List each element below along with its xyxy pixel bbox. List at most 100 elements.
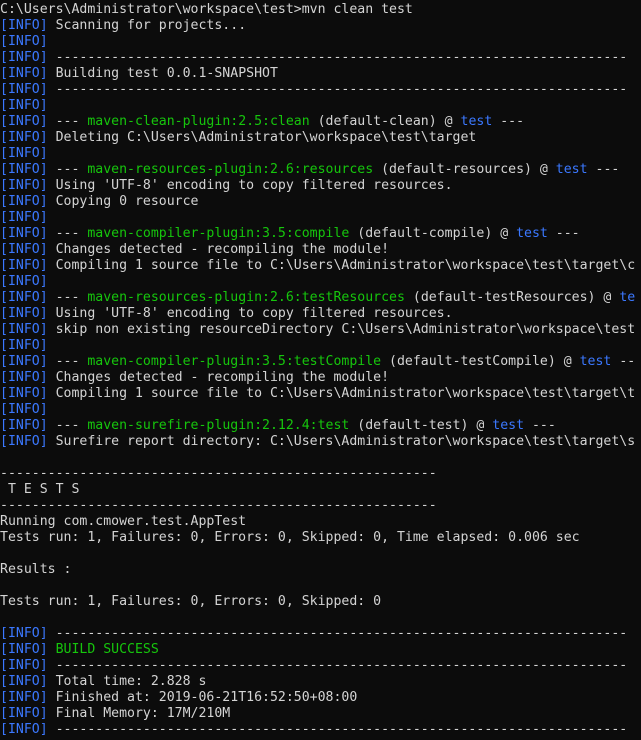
line-text: Results : (0, 562, 72, 577)
info-tag: [INFO] (0, 418, 48, 433)
terminal-line: C:\Users\Administrator\workspace\test>mv… (0, 2, 641, 18)
line-text: -- (611, 354, 636, 369)
line-text: Compiling 1 source file to C:\Users\Admi… (47, 386, 636, 401)
line-text: Finished at: 2019-06-21T16:52:50+08:00 (47, 690, 358, 705)
line-text: (default-resources) @ (373, 162, 556, 177)
terminal-line: [INFO] ---------------------------------… (0, 658, 641, 674)
plugin-goal: maven-clean-plugin:2.5:clean (87, 114, 310, 129)
line-text (48, 642, 56, 657)
info-tag: [INFO] (0, 722, 48, 737)
line-text: Tests run: 1, Failures: 0, Errors: 0, Sk… (0, 530, 580, 545)
line-text: --- (47, 354, 88, 369)
info-tag: [INFO] (0, 402, 48, 417)
line-text: T E S T S (0, 482, 80, 497)
info-tag: [INFO] (0, 242, 48, 257)
info-tag: [INFO] (0, 162, 48, 177)
terminal-line: [INFO] (0, 338, 641, 354)
terminal-line: [INFO] (0, 210, 641, 226)
line-text: ----------------------------------------… (47, 722, 628, 737)
info-tag: [INFO] (0, 674, 48, 689)
info-tag: [INFO] (0, 130, 48, 145)
terminal-line: [INFO] ---------------------------------… (0, 722, 641, 738)
info-tag: [INFO] (0, 258, 48, 273)
terminal-line: [INFO] --- maven-surefire-plugin:2.12.4:… (0, 418, 641, 434)
project-name: test (579, 354, 612, 369)
project-name: test (492, 418, 525, 433)
terminal-line: ----------------------------------------… (0, 498, 641, 514)
terminal-line: [INFO] (0, 146, 641, 162)
terminal-line: Tests run: 1, Failures: 0, Errors: 0, Sk… (0, 530, 641, 546)
terminal-line: Tests run: 1, Failures: 0, Errors: 0, Sk… (0, 594, 641, 610)
line-text: Deleting C:\Users\Administrator\workspac… (47, 130, 477, 145)
terminal-line: [INFO] Deleting C:\Users\Administrator\w… (0, 130, 641, 146)
terminal-line: [INFO] --- maven-resources-plugin:2.6:re… (0, 162, 641, 178)
line-text: ----------------------------------------… (47, 82, 628, 97)
line-text: (default-clean) @ (309, 114, 461, 129)
info-tag: [INFO] (0, 274, 48, 289)
terminal-line: [INFO] Compiling 1 source file to C:\Use… (0, 258, 641, 274)
line-text: (default-test) @ (349, 418, 493, 433)
project-name: te (619, 290, 636, 305)
line-text: ----------------------------------------… (47, 50, 628, 65)
info-tag: [INFO] (0, 178, 48, 193)
terminal-line: [INFO] Changes detected - recompiling th… (0, 242, 641, 258)
line-text: Tests run: 1, Failures: 0, Errors: 0, Sk… (0, 594, 382, 609)
terminal-line: [INFO] Compiling 1 source file to C:\Use… (0, 386, 641, 402)
line-text: Surefire report directory: C:\Users\Admi… (47, 434, 636, 449)
info-tag: [INFO] (0, 642, 48, 657)
terminal-line: [INFO] Changes detected - recompiling th… (0, 370, 641, 386)
line-text: Final Memory: 17M/210M (47, 706, 231, 721)
line-text: Running com.cmower.test.AppTest (0, 514, 247, 529)
info-tag: [INFO] (0, 34, 48, 49)
info-tag: [INFO] (0, 338, 48, 353)
terminal-line: [INFO] Building test 0.0.1-SNAPSHOT (0, 66, 641, 82)
info-tag: [INFO] (0, 706, 48, 721)
terminal-line: [INFO] Total time: 2.828 s (0, 674, 641, 690)
info-tag: [INFO] (0, 322, 48, 337)
line-text: Changes detected - recompiling the modul… (47, 242, 390, 257)
info-tag: [INFO] (0, 50, 48, 65)
line-text: --- (47, 162, 88, 177)
info-tag: [INFO] (0, 290, 48, 305)
terminal-line: [INFO] Finished at: 2019-06-21T16:52:50+… (0, 690, 641, 706)
terminal-line: [INFO] --- maven-clean-plugin:2.5:clean … (0, 114, 641, 130)
info-tag: [INFO] (0, 434, 48, 449)
terminal-line: [INFO] ---------------------------------… (0, 626, 641, 642)
line-text: ----------------------------------------… (0, 466, 437, 481)
terminal-line: Running com.cmower.test.AppTest (0, 514, 641, 530)
info-tag: [INFO] (0, 194, 48, 209)
plugin-goal: maven-resources-plugin:2.6:testResources (87, 290, 405, 305)
terminal-line: T E S T S (0, 482, 641, 498)
plugin-goal: maven-resources-plugin:2.6:resources (87, 162, 374, 177)
terminal-line: [INFO] Scanning for projects... (0, 18, 641, 34)
terminal-line: [INFO] Final Memory: 17M/210M (0, 706, 641, 722)
line-text: --- (47, 226, 88, 241)
line-text: Using 'UTF-8' encoding to copy filtered … (47, 178, 453, 193)
terminal-line: [INFO] --- maven-resources-plugin:2.6:te… (0, 290, 641, 306)
line-text: --- (47, 290, 88, 305)
line-text: (default-testCompile) @ (381, 354, 580, 369)
terminal-line: Results : (0, 562, 641, 578)
terminal-output[interactable]: C:\Users\Administrator\workspace\test>mv… (0, 0, 641, 740)
line-text: --- (587, 162, 620, 177)
plugin-goal: maven-compiler-plugin:3.5:compile (87, 226, 350, 241)
terminal-line: [INFO] (0, 34, 641, 50)
line-text: (default-testResources) @ (404, 290, 620, 305)
info-tag: [INFO] (0, 82, 48, 97)
info-tag: [INFO] (0, 18, 48, 33)
terminal-line: [INFO] Using 'UTF-8' encoding to copy fi… (0, 178, 641, 194)
line-text: C:\Users\Administrator\workspace\test>mv… (0, 2, 413, 17)
terminal-line: [INFO] ---------------------------------… (0, 50, 641, 66)
line-text: Total time: 2.828 s (47, 674, 207, 689)
info-tag: [INFO] (0, 386, 48, 401)
terminal-line: [INFO] --- maven-compiler-plugin:3.5:com… (0, 226, 641, 242)
line-text: Changes detected - recompiling the modul… (47, 370, 390, 385)
line-text: Building test 0.0.1-SNAPSHOT (47, 66, 278, 81)
line-text: Using 'UTF-8' encoding to copy filtered … (47, 306, 453, 321)
plugin-goal: maven-compiler-plugin:3.5:testCompile (87, 354, 382, 369)
line-text: (default-compile) @ (349, 226, 517, 241)
line-text: --- (492, 114, 525, 129)
